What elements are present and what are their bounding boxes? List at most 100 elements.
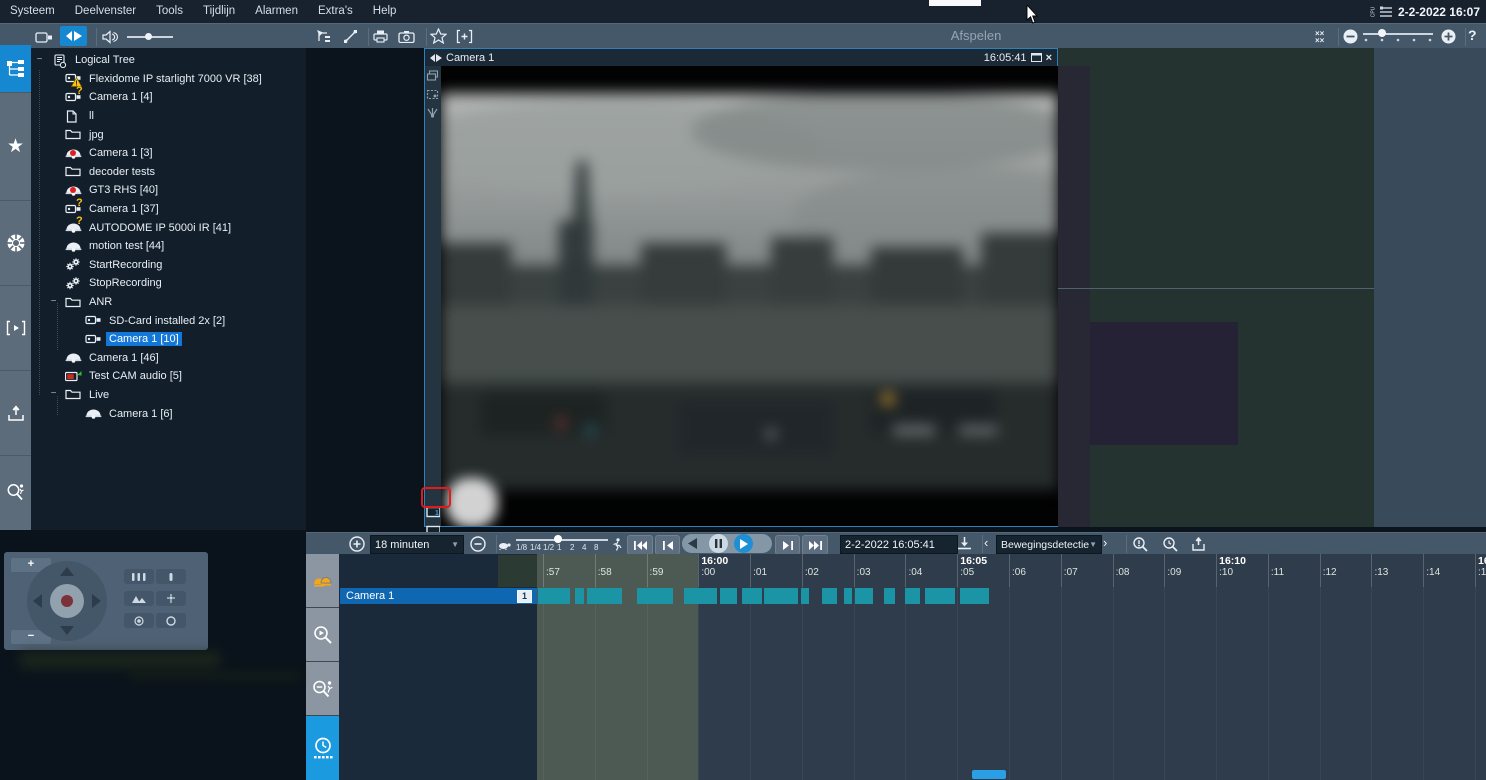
skip-end-button[interactable] — [802, 535, 828, 555]
tree-item-logical-tree[interactable]: −Logical Tree — [31, 51, 306, 70]
tree-item-autodome-ip-5000i-ir-41-[interactable]: ?AUTODOME IP 5000i IR [41] — [31, 218, 306, 237]
maximize-tile-icon[interactable] — [1031, 53, 1042, 62]
zoom-in-icon[interactable] — [1436, 26, 1460, 46]
camera-track-header[interactable]: Camera 1 1 — [340, 588, 537, 604]
timeline-scrollbar-thumb[interactable] — [972, 770, 1006, 779]
play-button[interactable] — [734, 534, 753, 553]
jump-to-time-icon[interactable] — [956, 536, 973, 551]
prev-frame-button[interactable] — [655, 535, 680, 555]
zoom-out-icon[interactable] — [1338, 26, 1362, 46]
tree-item-camera-1-3-[interactable]: Camera 1 [3] — [31, 144, 306, 163]
skip-start-button[interactable] — [627, 535, 653, 555]
tree-item-gt3-rhs-40-[interactable]: GT3 RHS [40] — [31, 181, 306, 200]
speaker-icon[interactable] — [98, 27, 122, 47]
tree-item-live[interactable]: −Live — [31, 386, 306, 405]
tree-item-camera-1-37-[interactable]: ?Camera 1 [37] — [31, 200, 306, 219]
iris-close-button[interactable] — [124, 613, 154, 628]
tree-item-camera-1-10-[interactable]: Camera 1 [10] — [31, 330, 306, 349]
folder-icon — [65, 165, 82, 178]
speed-slider[interactable] — [516, 539, 608, 541]
pane-count-slider[interactable] — [1363, 33, 1433, 35]
timeline-tab[interactable] — [306, 716, 339, 780]
dotted-pane-icon[interactable] — [426, 89, 440, 103]
video-search-tab[interactable] — [306, 608, 339, 662]
export-video-icon[interactable] — [1190, 536, 1207, 552]
volume-slider-knob[interactable] — [145, 33, 152, 40]
help-icon[interactable]: ? — [1468, 27, 1477, 43]
tree-item-camera-1-4-[interactable]: ?Camera 1 [4] — [31, 88, 306, 107]
layers-icon[interactable] — [426, 70, 440, 84]
camera-pane-icon[interactable] — [32, 27, 56, 47]
forensic-search-icon[interactable] — [1162, 536, 1179, 553]
video-tile-camera1[interactable]: Camera 1 16:05:41 × 1 — [424, 48, 1058, 527]
collapse-panes-icon[interactable]: ×××× — [1310, 26, 1334, 46]
pause-button[interactable] — [709, 534, 728, 553]
menu-item-deelvenster[interactable]: Deelvenster — [65, 0, 146, 23]
ptz-down-arrow[interactable] — [60, 626, 74, 635]
ptz-left-arrow[interactable] — [33, 594, 42, 608]
tree-item-test-cam-audio-5-[interactable]: Test CAM audio [5] — [31, 367, 306, 386]
tree-item-camera-1-46-[interactable]: Camera 1 [46] — [31, 349, 306, 368]
focus-far-button[interactable] — [124, 591, 154, 606]
cpu-gauge-icon: CPU — [1368, 5, 1393, 19]
motion-search-tab[interactable] — [306, 662, 339, 716]
add-pane-icon[interactable] — [452, 26, 476, 46]
tree-item-startrecording[interactable]: StartRecording — [31, 256, 306, 275]
tree-item-decoder-tests[interactable]: decoder tests — [31, 163, 306, 182]
video-tile-header[interactable]: Camera 1 16:05:41 × — [425, 49, 1057, 66]
menu-item-alarmen[interactable]: Alarmen — [245, 0, 308, 23]
pane-count-slider-knob[interactable] — [1378, 29, 1386, 37]
ptz-up-arrow[interactable] — [60, 567, 74, 576]
sidebar-tab-search[interactable] — [0, 455, 31, 531]
tree-item-motion-test-44-[interactable]: motion test [44] — [31, 237, 306, 256]
sidebar-tab-bookmarks[interactable] — [0, 200, 31, 286]
print-icon[interactable] — [368, 26, 392, 46]
iris-open-button[interactable] — [156, 613, 186, 628]
favorite-icon[interactable] — [426, 26, 450, 46]
tree-item-jpg[interactable]: jpg — [31, 125, 306, 144]
pane-divider-line — [1058, 288, 1374, 289]
pane-maximize-icon[interactable] — [338, 26, 362, 46]
tree-item-camera-1-6-[interactable]: Camera 1 [6] — [31, 404, 306, 423]
menu-item-extras[interactable]: Extra's — [308, 0, 363, 23]
tree-item-stoprecording[interactable]: StopRecording — [31, 274, 306, 293]
next-frame-button[interactable] — [775, 535, 800, 555]
menu-item-systeem[interactable]: Systeem — [0, 0, 65, 23]
range-dropdown[interactable]: 18 minuten ▼ — [370, 535, 464, 554]
ptz-joystick[interactable] — [27, 561, 107, 641]
event-filter-dropdown[interactable]: Bewegingsdetectie ▼ — [996, 535, 1102, 554]
timeline-rail[interactable]: :57:58:5916:00:00:01:02:03:0416:05:05:06… — [537, 554, 1486, 780]
tree-item-flexidome-ip-starlight-7000-vr-38-[interactable]: !Flexidome IP starlight 7000 VR [38] — [31, 70, 306, 89]
search-events-icon[interactable] — [1132, 536, 1149, 553]
prev-event-button[interactable]: ‹ — [984, 535, 988, 550]
sidebar-tab-favorites[interactable]: ★ — [0, 92, 31, 201]
datetime-field[interactable]: 2-2-2022 16:05:41 — [840, 535, 958, 554]
speed-slider-knob[interactable] — [554, 535, 562, 543]
zoom-wide-button[interactable] — [124, 569, 154, 584]
menu-item-help[interactable]: Help — [363, 0, 407, 23]
zoom-tele-button[interactable] — [156, 569, 186, 584]
range-zoom-in-icon[interactable] — [349, 536, 365, 552]
snapshot-icon[interactable] — [394, 26, 418, 46]
ptz-right-arrow[interactable] — [92, 594, 101, 608]
tree-expander-icon[interactable]: − — [35, 56, 44, 65]
fan-icon[interactable] — [426, 107, 440, 121]
focus-near-button[interactable] — [156, 591, 186, 606]
monitor-1-icon[interactable]: 1 — [426, 506, 440, 520]
timeline-body: Camera 1 1 :57:58:5916:00:00:01:02:03:04… — [306, 554, 1486, 780]
tree-item-ll[interactable]: ll — [31, 107, 306, 126]
tree-item-sd-card-installed-2x-2-[interactable]: SD-Card installed 2x [2] — [31, 311, 306, 330]
tree-item-anr[interactable]: −ANR — [31, 293, 306, 312]
range-zoom-out-icon[interactable] — [470, 536, 486, 552]
instant-playback-button[interactable] — [60, 26, 87, 46]
pane-restore-icon[interactable] — [312, 26, 336, 46]
menu-item-tools[interactable]: Tools — [146, 0, 193, 23]
reverse-play-button[interactable] — [688, 538, 697, 549]
sidebar-tab-export[interactable] — [0, 370, 31, 456]
next-event-button[interactable]: › — [1103, 535, 1107, 550]
sidebar-tab-logical-tree[interactable] — [0, 45, 31, 93]
sidebar-tab-image-pane[interactable] — [0, 285, 31, 371]
close-tile-icon[interactable]: × — [1046, 52, 1052, 64]
alarm-list-tab[interactable] — [306, 554, 339, 608]
menu-item-tijdlijn[interactable]: Tijdlijn — [193, 0, 245, 23]
